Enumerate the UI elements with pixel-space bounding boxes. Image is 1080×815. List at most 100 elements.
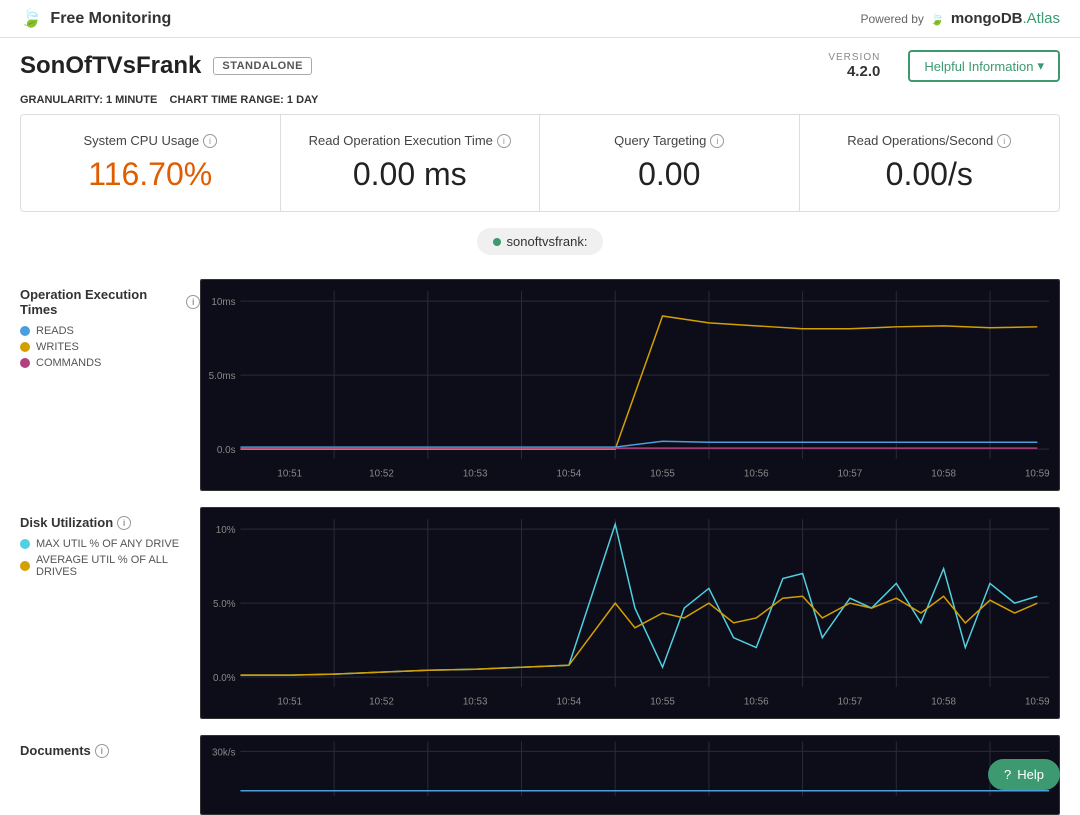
operation-execution-chart-row: Operation Execution Times i READS WRITES… [20, 279, 1060, 491]
mongo-leaf-icon: 🍃 [930, 12, 945, 26]
svg-text:10:51: 10:51 [277, 469, 302, 480]
granularity-value: 1 MINUTE [106, 94, 157, 106]
info-icon-documents[interactable]: i [95, 744, 109, 758]
svg-text:10:56: 10:56 [744, 469, 769, 480]
svg-text:10:58: 10:58 [931, 469, 956, 480]
svg-text:0.0s: 0.0s [217, 445, 236, 456]
svg-text:10:59: 10:59 [1025, 697, 1050, 708]
metric-card-read-exec: Read Operation Execution Time i 0.00 ms [281, 115, 541, 211]
svg-text:10:54: 10:54 [557, 469, 582, 480]
info-icon-read-ops[interactable]: i [997, 134, 1011, 148]
disk-legend: Disk Utilization i MAX UTIL % OF ANY DRI… [20, 507, 200, 719]
logo-area: 🍃 Free Monitoring [20, 8, 171, 29]
top-header: 🍃 Free Monitoring Powered by 🍃 mongoDB.A… [0, 0, 1080, 38]
host-dot-icon [493, 238, 501, 246]
metric-cards: System CPU Usage i 116.70% Read Operatio… [20, 114, 1060, 212]
documents-chart-svg: 30k/s [201, 736, 1059, 815]
svg-text:10:55: 10:55 [650, 469, 675, 480]
svg-text:10:51: 10:51 [277, 697, 302, 708]
disk-chart-svg: 10% 5.0% 0.0% 10:51 10:52 10:53 10:54 10… [201, 508, 1059, 718]
svg-text:10:59: 10:59 [1025, 469, 1050, 480]
operation-chart-svg: 10ms 5.0ms 0.0s 10:51 10:52 10:53 10:54 … [201, 280, 1059, 490]
granularity-bar: GRANULARITY: 1 MINUTE CHART TIME RANGE: … [0, 90, 1080, 114]
svg-text:5.0%: 5.0% [213, 599, 236, 610]
writes-dot-icon [20, 342, 30, 352]
metric-value-query-targeting: 0.00 [564, 156, 775, 193]
svg-text:10:55: 10:55 [650, 697, 675, 708]
host-bar: sonoftvsfrank: [477, 228, 604, 255]
svg-text:5.0ms: 5.0ms [209, 371, 236, 382]
svg-text:30k/s: 30k/s [212, 747, 236, 758]
logo-text: Free Monitoring [50, 10, 171, 28]
avg-util-dot-icon [20, 561, 30, 571]
disk-chart-container: 10% 5.0% 0.0% 10:51 10:52 10:53 10:54 10… [200, 507, 1060, 719]
chart-section: sonoftvsfrank: Operation Execution Times… [0, 228, 1080, 815]
mongo-logo: mongoDB.Atlas [951, 10, 1060, 27]
metric-label-query-targeting: Query Targeting i [564, 133, 775, 148]
svg-text:10:57: 10:57 [838, 697, 863, 708]
operation-chart-title: Operation Execution Times i [20, 287, 200, 317]
disk-chart-title: Disk Utilization i [20, 515, 200, 530]
operation-chart-container: 10ms 5.0ms 0.0s 10:51 10:52 10:53 10:54 … [200, 279, 1060, 491]
header-right: VERSION 4.2.0 Helpful Information ▾ [828, 50, 1060, 82]
mongo-text: mongoDB [951, 10, 1023, 27]
operation-legend: Operation Execution Times i READS WRITES… [20, 279, 200, 491]
svg-text:10:53: 10:53 [463, 469, 488, 480]
metric-label-read-exec: Read Operation Execution Time i [305, 133, 516, 148]
legend-writes: WRITES [20, 341, 200, 353]
svg-text:10:56: 10:56 [744, 697, 769, 708]
info-icon-query-targeting[interactable]: i [710, 134, 724, 148]
range-label: CHART TIME RANGE: [170, 94, 284, 106]
range-value: 1 DAY [287, 94, 318, 106]
legend-avg-util: AVERAGE UTIL % OF ALL DRIVES [20, 554, 200, 578]
reads-dot-icon [20, 326, 30, 336]
legend-reads: READS [20, 325, 200, 337]
svg-text:10:52: 10:52 [369, 469, 394, 480]
version-label: VERSION [828, 52, 880, 63]
question-icon: ? [1004, 767, 1011, 782]
help-button[interactable]: ? Help [988, 759, 1060, 790]
powered-area: Powered by 🍃 mongoDB.Atlas [861, 10, 1061, 27]
svg-text:10:57: 10:57 [838, 469, 863, 480]
legend-commands: COMMANDS [20, 357, 200, 369]
metric-card-query-targeting: Query Targeting i 0.00 [540, 115, 800, 211]
version-number: 4.2.0 [828, 63, 880, 80]
info-icon-disk[interactable]: i [117, 516, 131, 530]
svg-text:10%: 10% [216, 525, 236, 536]
svg-text:10ms: 10ms [211, 297, 235, 308]
metric-label-read-ops: Read Operations/Second i [824, 133, 1036, 148]
documents-chart-title: Documents i [20, 743, 200, 758]
svg-text:10:53: 10:53 [463, 697, 488, 708]
host-name: sonoftvsfrank: [507, 234, 588, 249]
metric-value-read-exec: 0.00 ms [305, 156, 516, 193]
disk-utilization-chart-row: Disk Utilization i MAX UTIL % OF ANY DRI… [20, 507, 1060, 719]
info-icon-read-exec[interactable]: i [497, 134, 511, 148]
atlas-text: .Atlas [1022, 10, 1060, 27]
svg-text:10:52: 10:52 [369, 697, 394, 708]
info-icon-operation[interactable]: i [186, 295, 200, 309]
metric-card-read-ops: Read Operations/Second i 0.00/s [800, 115, 1060, 211]
svg-text:10:58: 10:58 [931, 697, 956, 708]
max-util-dot-icon [20, 539, 30, 549]
documents-legend: Documents i [20, 735, 200, 815]
chevron-down-icon: ▾ [1037, 58, 1044, 74]
commands-dot-icon [20, 358, 30, 368]
helpful-information-button[interactable]: Helpful Information ▾ [908, 50, 1060, 82]
documents-section: Documents i 30k/s [20, 735, 1060, 815]
metric-value-cpu: 116.70% [45, 156, 256, 193]
sub-header: SonOfTVsFrank STANDALONE VERSION 4.2.0 H… [0, 38, 1080, 90]
info-icon-cpu[interactable]: i [203, 134, 217, 148]
metric-card-cpu: System CPU Usage i 116.70% [21, 115, 281, 211]
svg-text:0.0%: 0.0% [213, 673, 236, 684]
documents-chart-container: 30k/s [200, 735, 1060, 815]
legend-max-util: MAX UTIL % OF ANY DRIVE [20, 538, 200, 550]
title-area: SonOfTVsFrank STANDALONE [20, 52, 312, 80]
metric-label-cpu: System CPU Usage i [45, 133, 256, 148]
granularity-label: GRANULARITY: [20, 94, 103, 106]
leaf-icon: 🍃 [20, 8, 42, 29]
powered-text: Powered by [861, 12, 924, 26]
standalone-badge: STANDALONE [213, 57, 312, 75]
metric-value-read-ops: 0.00/s [824, 156, 1036, 193]
page-title: SonOfTVsFrank [20, 52, 201, 80]
svg-text:10:54: 10:54 [557, 697, 582, 708]
